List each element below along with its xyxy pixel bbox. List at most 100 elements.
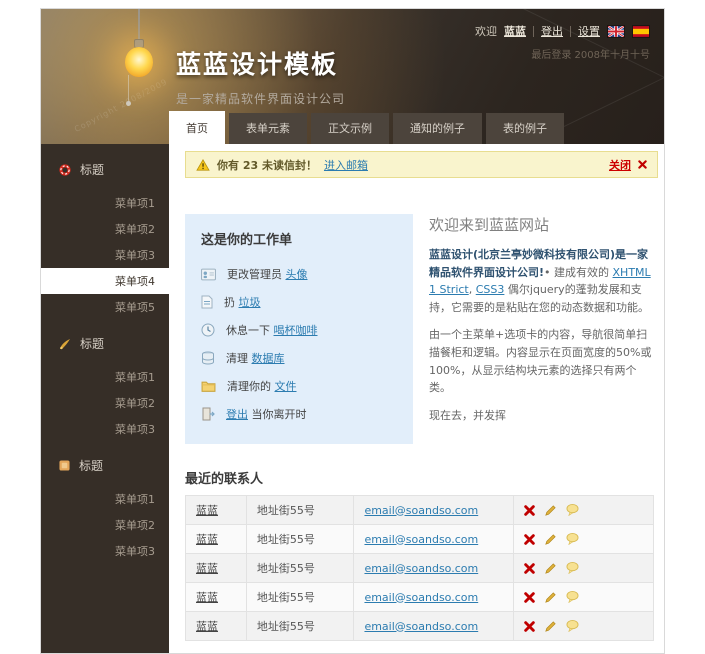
contact-name-link[interactable]: 蓝蓝 bbox=[196, 620, 218, 633]
contact-email-link[interactable]: email@soandso.com bbox=[364, 504, 478, 517]
folder-icon bbox=[201, 380, 216, 393]
todo-item: 登出 当你离开时 bbox=[201, 400, 397, 428]
todo-title: 这是你的工作单 bbox=[201, 229, 397, 248]
tab-notification-example[interactable]: 通知的例子 bbox=[393, 113, 482, 144]
trash-link[interactable]: 垃圾 bbox=[239, 296, 261, 309]
sidebar-item-menu2[interactable]: 菜单项2 bbox=[41, 216, 169, 242]
delete-icon[interactable] bbox=[524, 534, 535, 545]
delete-icon[interactable] bbox=[524, 592, 535, 603]
contact-address: 地址街55号 bbox=[257, 591, 315, 604]
contact-email-link[interactable]: email@soandso.com bbox=[364, 562, 478, 575]
logout-todo-link[interactable]: 登出 bbox=[226, 408, 248, 421]
edit-pencil-icon[interactable] bbox=[544, 562, 557, 575]
sidebar-item-menu2[interactable]: 菜单项2 bbox=[41, 512, 169, 538]
tab-text-example[interactable]: 正文示例 bbox=[311, 113, 389, 144]
id-card-icon bbox=[201, 268, 216, 281]
sidebar-section-title: 标题 bbox=[80, 161, 104, 178]
sidebar-item-menu1[interactable]: 菜单项1 bbox=[41, 486, 169, 512]
contact-name-link[interactable]: 蓝蓝 bbox=[196, 504, 218, 517]
logout-link[interactable]: 登出 bbox=[541, 23, 563, 39]
comment-bubble-icon[interactable] bbox=[566, 533, 579, 545]
brand-block: 蓝蓝设计模板 是一家精品软件界面设计公司 bbox=[176, 45, 345, 107]
avatar-link[interactable]: 头像 bbox=[286, 268, 308, 281]
username-link[interactable]: 蓝蓝 bbox=[504, 23, 526, 39]
sidebar-item-menu3[interactable]: 菜单项3 bbox=[41, 538, 169, 564]
pull-cord bbox=[128, 75, 129, 101]
database-link[interactable]: 数据库 bbox=[252, 352, 285, 365]
contact-email-link[interactable]: email@soandso.com bbox=[364, 620, 478, 633]
sidebar-item-menu4-active[interactable]: 菜单项4 bbox=[41, 268, 169, 294]
sidebar-section-title: 标题 bbox=[80, 335, 104, 352]
contact-address: 地址街55号 bbox=[257, 504, 315, 517]
edit-pencil-icon[interactable] bbox=[544, 533, 557, 546]
contacts-heading: 最近的联系人 bbox=[185, 468, 654, 487]
divider bbox=[570, 26, 571, 37]
contact-name-link[interactable]: 蓝蓝 bbox=[196, 591, 218, 604]
welcome-heading: 欢迎来到蓝蓝网站 bbox=[429, 214, 654, 235]
contact-address: 地址街55号 bbox=[257, 620, 315, 633]
comment-bubble-icon[interactable] bbox=[566, 504, 579, 516]
sidebar-section-title: 标题 bbox=[79, 457, 103, 474]
last-login-text: 最后登录 2008年十月十号 bbox=[531, 46, 650, 61]
todo-text: 清理你的 文件 bbox=[227, 378, 297, 394]
site-container: Copyright 2008/2009 欢迎 蓝蓝 登出 设置 最后登录 200… bbox=[40, 8, 665, 654]
delete-icon[interactable] bbox=[524, 621, 535, 632]
css3-link[interactable]: CSS3 bbox=[476, 283, 505, 296]
contact-name-link[interactable]: 蓝蓝 bbox=[196, 562, 218, 575]
close-alert-link[interactable]: 关闭 bbox=[609, 157, 631, 173]
edit-pencil-icon[interactable] bbox=[544, 591, 557, 604]
goto-mailbox-link[interactable]: 进入邮箱 bbox=[324, 157, 368, 173]
contact-email-link[interactable]: email@soandso.com bbox=[364, 591, 478, 604]
comment-bubble-icon[interactable] bbox=[566, 620, 579, 632]
welcome-label: 欢迎 bbox=[475, 23, 497, 39]
divider bbox=[533, 26, 534, 37]
table-row: 蓝蓝 地址街55号 email@soandso.com bbox=[186, 583, 654, 612]
sidebar-item-menu3[interactable]: 菜单项3 bbox=[41, 242, 169, 268]
table-row: 蓝蓝 地址街55号 email@soandso.com bbox=[186, 496, 654, 525]
spain-flag-icon[interactable] bbox=[632, 25, 650, 38]
comment-bubble-icon[interactable] bbox=[566, 591, 579, 603]
contact-name-link[interactable]: 蓝蓝 bbox=[196, 533, 218, 546]
todo-item: 清理 数据库 bbox=[201, 344, 397, 372]
coffee-link[interactable]: 喝杯咖啡 bbox=[274, 324, 318, 337]
todo-text: 登出 当你离开时 bbox=[226, 406, 307, 422]
orange-note-icon bbox=[59, 460, 70, 471]
tab-form-elements[interactable]: 表单元素 bbox=[229, 113, 307, 144]
comment-bubble-icon[interactable] bbox=[566, 562, 579, 574]
sidebar-item-menu2[interactable]: 菜单项2 bbox=[41, 390, 169, 416]
edit-pencil-icon[interactable] bbox=[544, 620, 557, 633]
recent-contacts: 最近的联系人 蓝蓝 地址街55号 email@soandso.com bbox=[185, 468, 658, 641]
user-bar: 欢迎 蓝蓝 登出 设置 bbox=[475, 23, 650, 39]
sidebar-item-menu3[interactable]: 菜单项3 bbox=[41, 416, 169, 442]
files-link[interactable]: 文件 bbox=[275, 380, 297, 393]
sidebar-item-menu1[interactable]: 菜单项1 bbox=[41, 364, 169, 390]
uk-flag-icon[interactable] bbox=[607, 25, 625, 38]
todo-item: 扔 垃圾 bbox=[201, 288, 397, 316]
sidebar-item-menu1[interactable]: 菜单项1 bbox=[41, 190, 169, 216]
close-icon[interactable] bbox=[638, 160, 647, 169]
tab-home[interactable]: 首页 bbox=[169, 111, 225, 144]
welcome-paragraph-2: 由一个主菜单+选项卡的内容，导航很简单扫描餐柜和逻辑。内容显示在页面宽度的50%… bbox=[429, 326, 654, 396]
delete-icon[interactable] bbox=[524, 505, 535, 516]
sidebar-section-3: 标题 菜单项1 菜单项2 菜单项3 bbox=[41, 446, 169, 564]
todo-item: 更改管理员 头像 bbox=[201, 260, 397, 288]
database-icon bbox=[201, 351, 215, 365]
settings-link[interactable]: 设置 bbox=[578, 23, 600, 39]
main-content: 你有 23 未读信封！ 进入邮箱 关闭 这是你的工作单 更改管理员 头像 bbox=[169, 144, 664, 653]
lightbulb-icon bbox=[125, 47, 153, 77]
site-title: 蓝蓝设计模板 bbox=[176, 45, 345, 81]
sidebar-item-menu5[interactable]: 菜单项5 bbox=[41, 294, 169, 320]
todo-text: 清理 数据库 bbox=[226, 350, 285, 366]
contact-address: 地址街55号 bbox=[257, 562, 315, 575]
todo-text: 更改管理员 头像 bbox=[227, 266, 308, 282]
logout-door-icon bbox=[201, 407, 215, 421]
todo-text: 扔 垃圾 bbox=[224, 294, 261, 310]
page-header: Copyright 2008/2009 欢迎 蓝蓝 登出 设置 最后登录 200… bbox=[41, 9, 664, 144]
tab-table-example[interactable]: 表的例子 bbox=[486, 113, 564, 144]
table-row: 蓝蓝 地址街55号 email@soandso.com bbox=[186, 554, 654, 583]
sidebar-section-1-header: 标题 bbox=[41, 150, 169, 190]
clock-icon bbox=[201, 323, 215, 337]
delete-icon[interactable] bbox=[524, 563, 535, 574]
edit-pencil-icon[interactable] bbox=[544, 504, 557, 517]
contact-email-link[interactable]: email@soandso.com bbox=[364, 533, 478, 546]
